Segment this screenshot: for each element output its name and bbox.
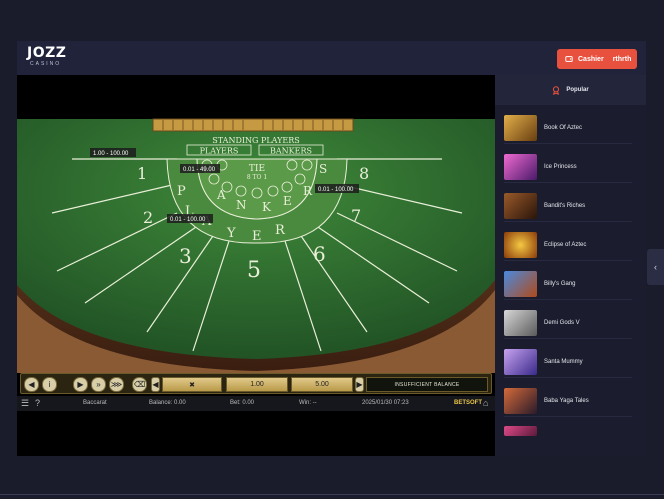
players-label: PLAYERS [200,147,239,156]
status-bar: ☰ ? Baccarat Balance: 0.00 Bet: 0.00 Win… [17,396,495,411]
chip-next-button[interactable]: ▶ [355,377,364,392]
sidebar-collapse-button[interactable]: ‹ [647,249,664,285]
win-readout: Win: -- [299,400,317,406]
game-title: Book Of Aztec [544,125,583,131]
home-icon[interactable]: ⌂ [483,398,488,408]
play-icon[interactable]: ▶ [73,377,88,392]
fastest-forward-icon[interactable]: ⋙ [109,377,124,392]
cashier-label: Cashier [578,55,604,63]
logo-subtext: CASINO [30,61,62,67]
game-item-santa-mummy[interactable]: Santa Mummy [504,347,632,378]
bankers-label: BANKERS [270,147,312,156]
game-item-baba-yaga-tales[interactable]: Baba Yaga Tales [504,386,632,417]
popular-sidebar: Popular Book Of Aztec Ice Princess Bandi… [495,75,646,456]
seat-number[interactable]: 2 [143,208,153,227]
limit-label: 0.01 - 100.00 [170,217,206,223]
top-header: JOZZ CASINO Cashier rthrth [17,41,646,75]
sidebar-title: Popular [566,87,589,93]
game-title: Santa Mummy [544,359,583,365]
game-thumbnail [504,426,537,436]
datetime-readout: 2025/01/30 07:23 [362,400,409,406]
username-label: rthrth [612,55,632,63]
game-frame[interactable]: STANDING PLAYERS PLAYERS BANKERS TIE 8 T… [17,75,495,456]
game-thumbnail [504,271,537,297]
seat-number[interactable]: 6 [313,242,326,266]
game-thumbnail [504,349,537,375]
game-title: Ice Princess [544,164,577,170]
game-thumbnail [504,154,537,180]
balance-readout: Balance: 0.00 [149,400,186,406]
bet-readout: Bet: 0.00 [230,400,255,406]
game-title: Bandit's Riches [544,203,586,209]
game-title: Billy's Gang [544,281,576,287]
sidebar-header: Popular [495,75,646,105]
chip-slot[interactable]: ✖ [162,377,222,392]
game-title: Demi Gods V [544,320,580,326]
tie-label: TIE [249,164,265,174]
game-thumbnail [504,310,537,336]
seat-number[interactable]: 5 [247,258,261,283]
chip-5-value: 5.00 [315,381,329,388]
game-item-partial[interactable] [504,425,632,437]
standing-players-label: STANDING PLAYERS [212,136,299,145]
game-item-billys-gang[interactable]: Billy's Gang [504,269,632,300]
baccarat-table[interactable]: STANDING PLAYERS PLAYERS BANKERS TIE 8 T… [17,75,495,373]
cashier-button[interactable]: Cashier rthrth [557,49,637,69]
chip-5-selector[interactable]: 5.00 [291,377,353,392]
game-thumbnail [504,115,537,141]
game-title: Baba Yaga Tales [544,398,589,404]
game-item-ice-princess[interactable]: Ice Princess [504,152,632,183]
game-item-eclipse-of-aztec[interactable]: Eclipse of Aztec [504,230,632,261]
fast-forward-icon[interactable]: » [91,377,106,392]
game-thumbnail [504,388,537,414]
game-control-bar: ◀ i ▶ » ⋙ ⌫ ◀ ✖ 1.00 5.00 ▶ INSUFFICIENT… [20,373,492,394]
chevron-left-icon: ‹ [654,262,657,272]
limit-label: 1.00 - 100.00 [93,151,129,157]
logo-text: JOZZ [27,45,67,61]
sound-icon[interactable]: ◀ [24,377,39,392]
game-item-demi-gods-v[interactable]: Demi Gods V [504,308,632,339]
seat-number[interactable]: 1 [137,164,147,183]
clear-bets-icon[interactable]: ⌫ [132,377,147,392]
chip-1-value: 1.00 [250,381,264,388]
wallet-icon [565,56,573,62]
game-name: Baccarat [83,400,107,406]
game-item-book-of-aztec[interactable]: Book Of Aztec [504,113,632,144]
game-thumbnail [504,232,537,258]
game-thumbnail [504,193,537,219]
provider-logo: BETSOFT [454,400,482,406]
menu-icon[interactable]: ☰ [21,398,29,409]
limit-label: 0.01 - 100.00 [318,187,354,193]
info-icon[interactable]: i [42,377,57,392]
chip-1-selector[interactable]: 1.00 [226,377,288,392]
seat-number[interactable]: 3 [179,244,192,268]
dealer-chip-icon: ✖ [189,381,195,389]
tie-odds-label: 8 TO 1 [247,174,267,181]
help-icon[interactable]: ? [35,398,40,408]
seat-number[interactable]: 7 [351,206,361,225]
seat-number[interactable]: 8 [359,164,369,183]
game-item-bandits-riches[interactable]: Bandit's Riches [504,191,632,222]
popular-icon [553,85,560,95]
insufficient-balance-message: INSUFFICIENT BALANCE [366,377,488,392]
casino-logo[interactable]: JOZZ CASINO [27,45,77,71]
game-title: Eclipse of Aztec [544,242,587,248]
chip-prev-button[interactable]: ◀ [151,377,160,392]
page-divider [0,494,664,495]
limit-label: 0.01 - 49.00 [183,167,216,173]
